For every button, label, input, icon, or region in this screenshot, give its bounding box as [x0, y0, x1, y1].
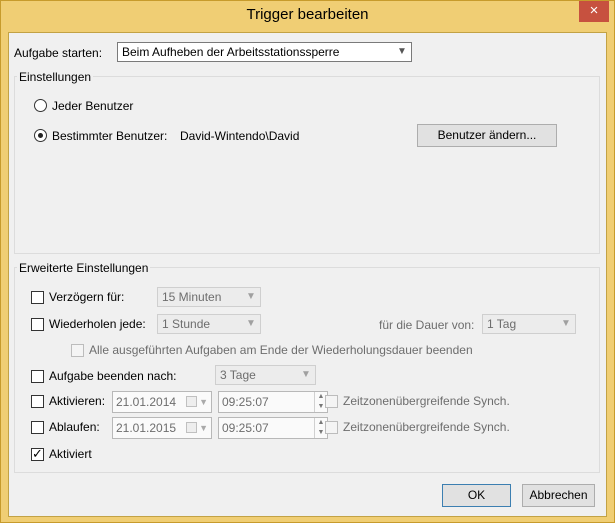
- expire-date-picker[interactable]: 21.01.2015 ▼: [112, 417, 212, 439]
- chevron-down-icon: ▼: [397, 46, 407, 57]
- expire-time-value: 09:25:07: [222, 421, 269, 435]
- radio-any-user[interactable]: [34, 99, 47, 112]
- radio-any-user-label[interactable]: Jeder Benutzer: [52, 99, 133, 113]
- stop-after-select[interactable]: 3 Tage ▼: [215, 365, 316, 385]
- expire-sync-checkbox[interactable]: [325, 421, 338, 434]
- chevron-down-icon: ▼: [246, 291, 256, 302]
- duration-label: für die Dauer von:: [379, 318, 475, 332]
- activate-time-input[interactable]: 09:25:07 ▲ ▼: [218, 391, 328, 413]
- cancel-button[interactable]: Abbrechen: [522, 484, 595, 507]
- dialog-client-area: Aufgabe starten: Beim Aufheben der Arbei…: [8, 32, 607, 517]
- expire-checkbox[interactable]: [31, 421, 44, 434]
- activate-sync-checkbox[interactable]: [325, 395, 338, 408]
- activate-date-value: 21.01.2014: [116, 395, 177, 409]
- dialog-window: Trigger bearbeiten × Aufgabe starten: Be…: [0, 0, 615, 523]
- duration-select[interactable]: 1 Tag ▼: [482, 314, 576, 334]
- start-label: Aufgabe starten:: [14, 46, 103, 60]
- chevron-down-icon: ▼: [199, 397, 208, 407]
- enabled-checkbox[interactable]: ✓: [31, 446, 44, 461]
- ok-button[interactable]: OK: [442, 484, 511, 507]
- calendar-icon: [186, 396, 197, 407]
- checkmark-icon: ✓: [32, 446, 43, 461]
- window-title: Trigger bearbeiten: [246, 6, 369, 23]
- start-trigger-select[interactable]: Beim Aufheben der Arbeitsstationssperre …: [117, 42, 412, 62]
- close-icon: ×: [589, 2, 599, 19]
- stop-after-value: 3 Tage: [220, 368, 256, 382]
- expire-time-input[interactable]: 09:25:07 ▲ ▼: [218, 417, 328, 439]
- repeat-checkbox[interactable]: [31, 318, 44, 331]
- activate-sync-label: Zeitzonenübergreifende Synch.: [343, 394, 510, 408]
- stop-all-label: Alle ausgeführten Aufgaben am Ende der W…: [89, 343, 473, 357]
- change-user-button[interactable]: Benutzer ändern...: [417, 124, 557, 147]
- expire-label[interactable]: Ablaufen:: [49, 420, 100, 434]
- activate-date-picker[interactable]: 21.01.2014 ▼: [112, 391, 212, 413]
- chevron-down-icon: ▼: [199, 423, 208, 433]
- title-bar[interactable]: Trigger bearbeiten ×: [1, 1, 614, 32]
- expire-date-value: 21.01.2015: [116, 421, 177, 435]
- settings-group-label: Einstellungen: [17, 70, 94, 84]
- radio-selected-dot: [38, 133, 43, 138]
- user-value: David-Wintendo\David: [180, 129, 300, 143]
- advanced-settings-group-label: Erweiterte Einstellungen: [17, 261, 151, 275]
- activate-checkbox[interactable]: [31, 395, 44, 408]
- radio-specific-user[interactable]: [34, 129, 47, 142]
- stop-after-checkbox[interactable]: [31, 370, 44, 383]
- radio-specific-user-label[interactable]: Bestimmter Benutzer:: [52, 129, 167, 143]
- repeat-select[interactable]: 1 Stunde ▼: [157, 314, 261, 334]
- delay-select[interactable]: 15 Minuten ▼: [157, 287, 261, 307]
- activate-label[interactable]: Aktivieren:: [49, 394, 105, 408]
- expire-sync-label: Zeitzonenübergreifende Synch.: [343, 420, 510, 434]
- stop-after-label[interactable]: Aufgabe beenden nach:: [49, 369, 176, 383]
- close-button[interactable]: ×: [579, 1, 609, 22]
- chevron-down-icon: ▼: [301, 369, 311, 380]
- delay-checkbox[interactable]: [31, 291, 44, 304]
- chevron-down-icon: ▼: [246, 318, 256, 329]
- delay-value: 15 Minuten: [162, 290, 222, 304]
- delay-label[interactable]: Verzögern für:: [49, 290, 124, 304]
- duration-value: 1 Tag: [487, 317, 517, 331]
- stop-all-checkbox[interactable]: [71, 344, 84, 357]
- calendar-icon: [186, 422, 197, 433]
- enabled-label[interactable]: Aktiviert: [49, 447, 92, 461]
- repeat-label[interactable]: Wiederholen jede:: [49, 317, 146, 331]
- repeat-value: 1 Stunde: [162, 317, 211, 331]
- activate-time-value: 09:25:07: [222, 395, 269, 409]
- start-trigger-value: Beim Aufheben der Arbeitsstationssperre: [122, 45, 340, 59]
- chevron-down-icon: ▼: [561, 318, 571, 329]
